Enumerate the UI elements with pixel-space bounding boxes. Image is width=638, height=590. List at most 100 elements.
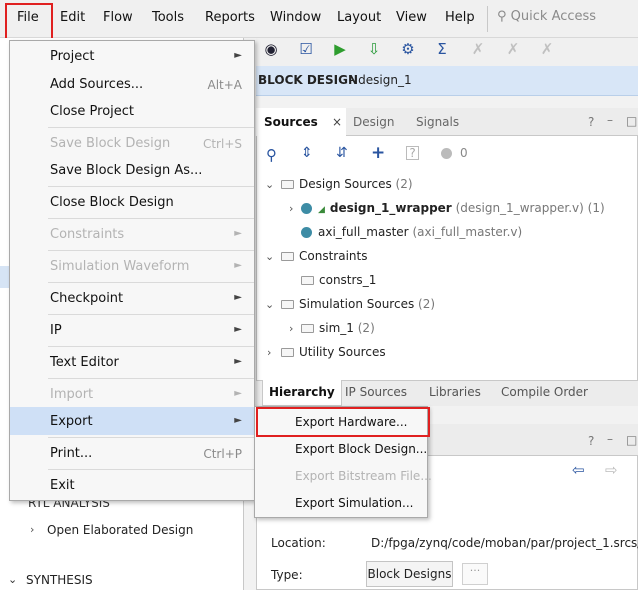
chevron-down-icon[interactable]: ⌄ bbox=[265, 178, 274, 191]
folder-icon bbox=[301, 324, 314, 333]
help-icon[interactable]: ? bbox=[588, 434, 594, 448]
tree-design-1-wrapper[interactable]: ◢ design_1_wrapper (design_1_wrapper.v) (… bbox=[301, 201, 605, 215]
search-icon[interactable]: ⚲ bbox=[266, 146, 277, 164]
menu-tools[interactable]: Tools bbox=[152, 10, 184, 25]
open-elaborated-design[interactable]: Open Elaborated Design bbox=[47, 523, 193, 537]
submenu-item-export-block-design[interactable]: Export Block Design... bbox=[295, 442, 427, 456]
tab-signals[interactable]: Signals bbox=[416, 108, 459, 136]
folder-icon bbox=[281, 180, 294, 189]
minimize-icon[interactable]: – bbox=[607, 113, 613, 127]
maximize-icon[interactable]: □ bbox=[626, 433, 637, 447]
tree-constrs-1[interactable]: constrs_1 bbox=[301, 273, 376, 287]
menu-item-exit[interactable]: Exit bbox=[10, 471, 254, 499]
menu-layout[interactable]: Layout bbox=[337, 10, 381, 25]
menu-item-export[interactable]: Export ► bbox=[10, 407, 254, 435]
menu-item-text-editor[interactable]: Text Editor ► bbox=[10, 348, 254, 376]
expand-all-icon[interactable]: ⇵ bbox=[336, 145, 348, 161]
collapse-all-icon[interactable]: ⇕ bbox=[301, 145, 313, 161]
menu-item-ip[interactable]: IP ► bbox=[10, 316, 254, 344]
disabled-tool-icon: ✗ bbox=[471, 40, 485, 58]
menu-window[interactable]: Window bbox=[270, 10, 321, 25]
synthesis-heading[interactable]: SYNTHESIS bbox=[26, 573, 93, 587]
validate-icon[interactable]: ☑ bbox=[296, 40, 316, 58]
tree-utility-sources[interactable]: Utility Sources bbox=[281, 345, 386, 359]
binoculars-icon[interactable]: ◉ bbox=[261, 40, 281, 58]
ip-icon bbox=[301, 203, 312, 214]
more-button[interactable]: ··· bbox=[462, 563, 488, 585]
minimize-icon[interactable]: – bbox=[607, 432, 613, 446]
settings-icon[interactable]: ⚙ bbox=[398, 40, 418, 58]
submenu-arrow-icon: ► bbox=[234, 388, 242, 399]
menu-item-checkpoint[interactable]: Checkpoint ► bbox=[10, 284, 254, 312]
menu-item-project[interactable]: Project ► bbox=[10, 42, 254, 70]
tab-sources[interactable]: Sources × bbox=[256, 108, 346, 136]
menu-item-close-block-design[interactable]: Close Block Design bbox=[10, 188, 254, 216]
export-hardware-highlight-box bbox=[256, 407, 430, 437]
menu-separator bbox=[48, 127, 254, 128]
add-icon[interactable]: + bbox=[371, 143, 385, 163]
submenu-item-export-simulation[interactable]: Export Simulation... bbox=[295, 496, 413, 510]
menu-separator bbox=[48, 346, 254, 347]
quick-access-input[interactable]: Quick Access bbox=[511, 9, 596, 24]
folder-icon bbox=[301, 276, 314, 285]
chevron-down-icon: ⌄ bbox=[8, 573, 18, 586]
menu-separator bbox=[48, 218, 254, 219]
menu-item-import: Import ► bbox=[50, 387, 242, 402]
submenu-arrow-icon: ► bbox=[234, 415, 242, 426]
divider bbox=[487, 6, 488, 32]
status-dot-icon bbox=[441, 148, 452, 159]
tree-constraints[interactable]: Constraints bbox=[281, 249, 367, 263]
tree-simulation-sources[interactable]: Simulation Sources (2) bbox=[281, 297, 435, 311]
hierarchy-icon: ◢ bbox=[318, 205, 325, 215]
help-icon[interactable]: ? bbox=[588, 115, 594, 129]
chevron-right-icon[interactable]: › bbox=[289, 322, 293, 335]
tab-design[interactable]: Design bbox=[353, 108, 394, 136]
tree-axi-full-master[interactable]: axi_full_master (axi_full_master.v) bbox=[301, 225, 522, 239]
tree-sim-1[interactable]: sim_1 (2) bbox=[301, 321, 375, 335]
submenu-arrow-icon: ► bbox=[234, 260, 242, 271]
disabled-tool-icon: ✗ bbox=[540, 40, 554, 58]
menu-separator bbox=[48, 469, 254, 470]
chevron-right-icon: › bbox=[30, 523, 35, 536]
tab-compile-order[interactable]: Compile Order bbox=[501, 385, 588, 399]
tab-libraries[interactable]: Libraries bbox=[429, 385, 481, 399]
type-label: Type: bbox=[271, 568, 303, 582]
menu-item-simulation-waveform: Simulation Waveform ► bbox=[50, 259, 242, 274]
menu-separator bbox=[48, 282, 254, 283]
menu-separator bbox=[48, 186, 254, 187]
location-label: Location: bbox=[271, 536, 326, 550]
forward-arrow-icon[interactable]: ⇨ bbox=[605, 461, 618, 479]
run-icon[interactable]: ▶ bbox=[330, 40, 350, 58]
chevron-right-icon[interactable]: › bbox=[289, 202, 293, 215]
menu-item-save-block-design: Save Block Design Ctrl+S bbox=[50, 136, 242, 151]
menu-item-print[interactable]: Print... Ctrl+P bbox=[10, 439, 254, 467]
menu-view[interactable]: View bbox=[396, 10, 427, 25]
menu-separator bbox=[48, 314, 254, 315]
quick-access-search[interactable]: ⚲ Quick Access bbox=[497, 9, 596, 24]
submenu-arrow-icon: ► bbox=[234, 324, 242, 335]
menu-help[interactable]: Help bbox=[445, 10, 475, 25]
back-arrow-icon[interactable]: ⇦ bbox=[572, 461, 585, 479]
menu-item-save-block-design-as[interactable]: Save Block Design As... bbox=[10, 156, 254, 184]
menu-item-constraints: Constraints ► bbox=[50, 227, 242, 242]
menu-edit[interactable]: Edit bbox=[60, 10, 85, 25]
menu-item-close-project[interactable]: Close Project bbox=[10, 97, 254, 125]
tab-hierarchy[interactable]: Hierarchy bbox=[262, 380, 342, 406]
menu-flow[interactable]: Flow bbox=[103, 10, 133, 25]
location-value: D:/fpga/zynq/code/moban/par/project_1.sr… bbox=[371, 536, 638, 550]
menu-reports[interactable]: Reports bbox=[205, 10, 255, 25]
close-icon[interactable]: × bbox=[332, 115, 342, 129]
disabled-tool-icon: ✗ bbox=[506, 40, 520, 58]
folder-icon bbox=[281, 348, 294, 357]
chevron-right-icon[interactable]: › bbox=[267, 346, 271, 359]
maximize-icon[interactable]: □ bbox=[626, 114, 637, 128]
type-block-designs-button[interactable]: Block Designs bbox=[366, 561, 453, 587]
tab-ip-sources[interactable]: IP Sources bbox=[345, 385, 407, 399]
sigma-icon[interactable]: Σ bbox=[432, 40, 452, 58]
chevron-down-icon[interactable]: ⌄ bbox=[265, 298, 274, 311]
tree-design-sources[interactable]: Design Sources (2) bbox=[281, 177, 413, 191]
chevron-down-icon[interactable]: ⌄ bbox=[265, 250, 274, 263]
generate-bitstream-icon[interactable]: ⇩ bbox=[364, 40, 384, 58]
menu-item-add-sources[interactable]: Add Sources... Alt+A bbox=[10, 70, 254, 98]
folder-icon bbox=[281, 252, 294, 261]
